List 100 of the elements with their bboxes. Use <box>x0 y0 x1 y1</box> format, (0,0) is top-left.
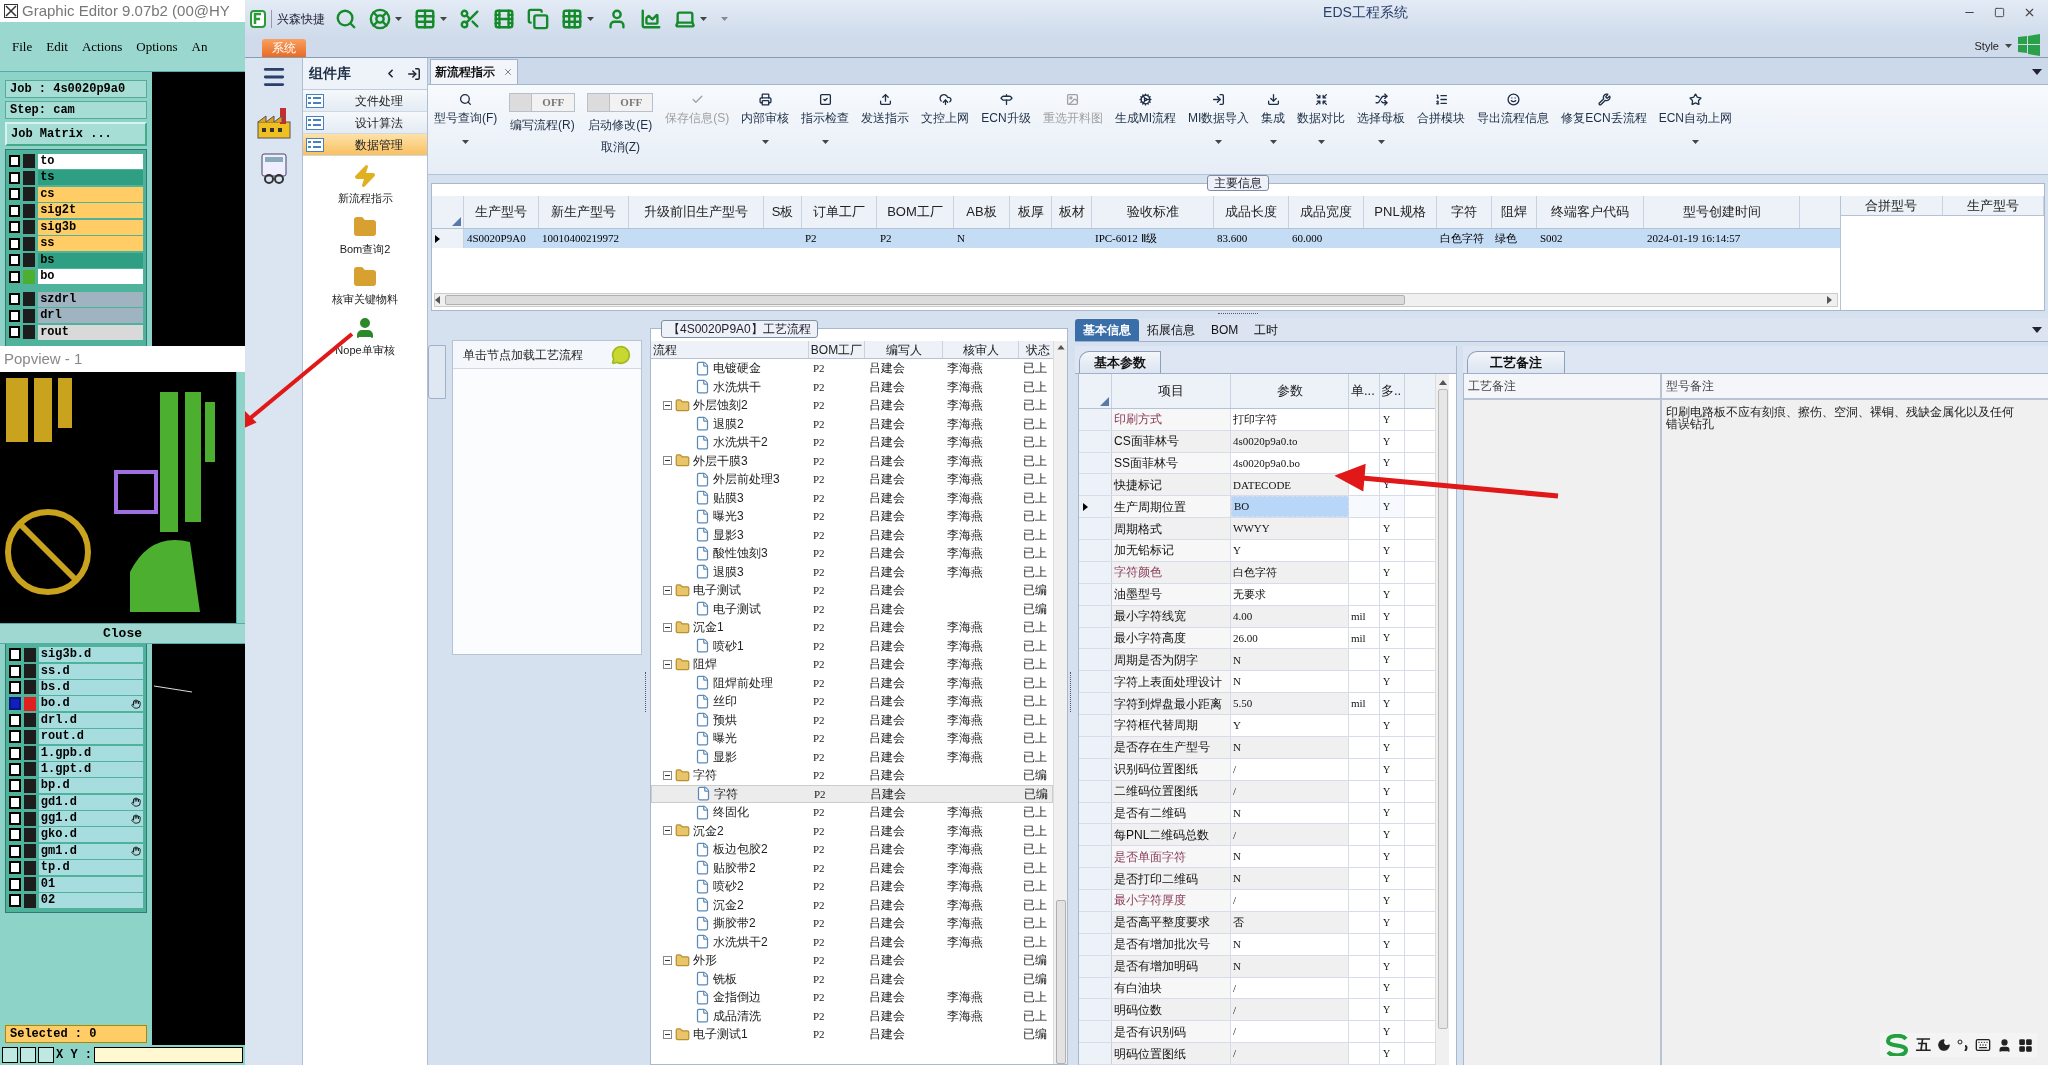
checkbox[interactable] <box>9 270 20 283</box>
column-header[interactable]: BOM工厂 <box>809 341 865 358</box>
tree-row[interactable]: 预烘 P2 吕建会 李海燕 已上 <box>651 710 1053 729</box>
layer-name[interactable]: drl.d <box>38 712 143 728</box>
column-header[interactable]: 多.. <box>1380 374 1405 408</box>
tree-row[interactable]: 喷砂1 P2 吕建会 李海燕 已上 <box>651 636 1053 655</box>
layer-name[interactable]: 02 <box>38 893 143 909</box>
ribbon-button[interactable]: 型号查询(F) <box>428 91 504 173</box>
layer-name[interactable]: bo <box>38 269 143 285</box>
vertical-scrollbar[interactable] <box>1435 374 1449 1065</box>
checkbox[interactable] <box>9 844 21 858</box>
column-header[interactable]: 核审人 <box>943 341 1019 358</box>
column-header[interactable]: 升级前旧生产型号 <box>629 196 764 228</box>
tree-row[interactable]: 丝印 P2 吕建会 李海燕 已上 <box>651 692 1053 711</box>
splitter-handle[interactable] <box>1218 313 1258 316</box>
checkbox[interactable] <box>9 697 21 711</box>
table-cell[interactable]: N <box>1233 804 1241 822</box>
tree-row[interactable]: 水洗烘干 P2 吕建会 李海燕 已上 <box>651 377 1053 396</box>
column-header[interactable]: AB板 <box>954 196 1010 228</box>
layer-name[interactable]: bs <box>38 252 143 268</box>
tree-row[interactable]: 贴胶带2 P2 吕建会 李海燕 已上 <box>651 858 1053 877</box>
tree-row[interactable]: 沉金2 P2 吕建会 李海燕 已上 <box>651 895 1053 914</box>
checkbox[interactable] <box>9 293 20 306</box>
column-header[interactable]: 阻焊 <box>1492 196 1537 228</box>
tree-row[interactable]: 曝光3 P2 吕建会 李海燕 已上 <box>651 507 1053 526</box>
menu-item[interactable]: File <box>12 36 33 57</box>
collapse-toggle[interactable] <box>663 770 672 780</box>
area-chart-icon[interactable] <box>640 8 662 30</box>
nav-item[interactable]: 设计算法 <box>303 112 427 134</box>
vertical-scrollbar[interactable] <box>1053 341 1067 1064</box>
ribbon-button[interactable]: 修复ECN丢流程 <box>1555 91 1653 173</box>
scrollbar-thumb[interactable] <box>1055 899 1066 1064</box>
table-row[interactable]: 二维码位置图纸 / Y <box>1079 780 1435 803</box>
column-header[interactable]: 验收标准 <box>1092 196 1214 228</box>
checkbox[interactable] <box>9 204 20 217</box>
collapse-toggle[interactable] <box>663 826 672 836</box>
checkbox[interactable] <box>9 779 21 793</box>
column-header[interactable]: 订单工厂 <box>802 196 877 228</box>
user-icon[interactable] <box>606 8 628 30</box>
table-row[interactable]: 明码位数 / Y <box>1079 999 1435 1022</box>
checkbox[interactable] <box>9 237 20 250</box>
layer-name[interactable]: tp.d <box>38 860 143 876</box>
menu-item[interactable]: Actions <box>81 36 123 57</box>
tree-row[interactable]: 电子测试1 P2 吕建会 已编 <box>651 1025 1053 1044</box>
layer-name[interactable]: ss.d <box>38 663 143 679</box>
table-row[interactable]: 是否存在生产型号 N Y <box>1079 736 1435 759</box>
table-row[interactable]: 印刷方式 打印字符 Y <box>1079 408 1435 431</box>
table-row[interactable]: 是否有二维码 N Y <box>1079 802 1435 825</box>
table-row[interactable]: 最小字符线宽 4.00 mil Y <box>1079 605 1435 628</box>
menu-item[interactable]: Edit <box>46 36 68 57</box>
tool-button[interactable]: 新流程指示 <box>303 164 427 207</box>
checkbox[interactable] <box>9 309 20 322</box>
table-row[interactable]: 是否有增加明码 N Y <box>1079 955 1435 978</box>
ribbon-button[interactable]: 数据对比 <box>1291 91 1352 173</box>
scrollbar-thumb[interactable] <box>1437 389 1448 1029</box>
collapse-toggle[interactable] <box>663 622 672 632</box>
column-header[interactable]: BOM工厂 <box>877 196 954 228</box>
tool-button[interactable]: 核审关键物料 <box>303 265 427 308</box>
column-header[interactable]: 字符 <box>1437 196 1492 228</box>
table-icon[interactable] <box>414 8 436 30</box>
table-row[interactable]: 周期格式 WWYY Y <box>1079 518 1435 541</box>
table-cell[interactable]: BO <box>1234 498 1250 515</box>
grid-icon[interactable] <box>2018 1037 2033 1053</box>
checkbox[interactable] <box>9 254 20 267</box>
tree-row[interactable]: 外层蚀刻2 P2 吕建会 李海燕 已上 <box>651 396 1053 415</box>
toggle-switch[interactable]: OFF <box>509 93 576 112</box>
table-cell[interactable]: 打印字符 <box>1233 411 1277 428</box>
ribbon-button[interactable]: 发送指示 <box>855 91 916 173</box>
splitter-handle[interactable] <box>1070 671 1073 712</box>
ribbon-button[interactable]: ECN升级 <box>975 91 1037 173</box>
table-cell[interactable]: / <box>1233 1001 1237 1019</box>
copy-icon[interactable] <box>527 8 549 30</box>
checkbox[interactable] <box>9 828 21 842</box>
layer-name[interactable]: ss <box>38 236 143 252</box>
column-header[interactable]: 型号创建时间 <box>1644 196 1800 228</box>
dropdown-icon[interactable] <box>2032 69 2042 75</box>
tree-row[interactable]: 喷砂2 P2 吕建会 李海燕 已上 <box>651 877 1053 896</box>
collapse-toggle[interactable] <box>663 1029 672 1039</box>
search-icon[interactable] <box>335 8 357 30</box>
tree-row[interactable]: 退膜2 P2 吕建会 李海燕 已上 <box>651 414 1053 433</box>
layer-name[interactable]: gd1.d <box>38 794 143 810</box>
panel-tab[interactable]: 工艺备注 <box>1467 351 1565 373</box>
column-header[interactable]: 板厚 <box>1010 196 1052 228</box>
table-row[interactable]: 4S0020P9A0 10010400219972 P2 P2 N IPC-6012 Ⅱ级 83.600 60.000 白色字符 绿色 S002 2024-01-19 16:14:57 <box>432 229 1840 248</box>
tree-row[interactable]: 外层前处理3 P2 吕建会 李海燕 已上 <box>651 470 1053 489</box>
table-row[interactable]: 每PNL二维码总数 / Y <box>1079 824 1435 847</box>
column-header[interactable]: 流程 <box>651 341 809 358</box>
table-row[interactable]: 是否有识别码 / Y <box>1079 1021 1435 1044</box>
tree-row[interactable]: 显影3 P2 吕建会 李海燕 已上 <box>651 525 1053 544</box>
table-row[interactable]: 最小字符高度 26.00 mil Y <box>1079 627 1435 650</box>
ribbon-button[interactable]: 集成 <box>1255 91 1292 173</box>
checkbox[interactable] <box>9 877 21 891</box>
keyboard-icon[interactable] <box>1975 1037 1991 1053</box>
checkbox[interactable] <box>9 713 21 727</box>
layer-name[interactable]: to <box>38 153 143 169</box>
column-header[interactable]: 合拼型号 <box>1841 196 1943 215</box>
checkbox[interactable] <box>9 795 21 809</box>
table-row[interactable]: 最小字符厚度 / Y <box>1079 890 1435 912</box>
checkbox[interactable] <box>9 861 21 875</box>
table-cell[interactable]: / <box>1233 826 1237 844</box>
